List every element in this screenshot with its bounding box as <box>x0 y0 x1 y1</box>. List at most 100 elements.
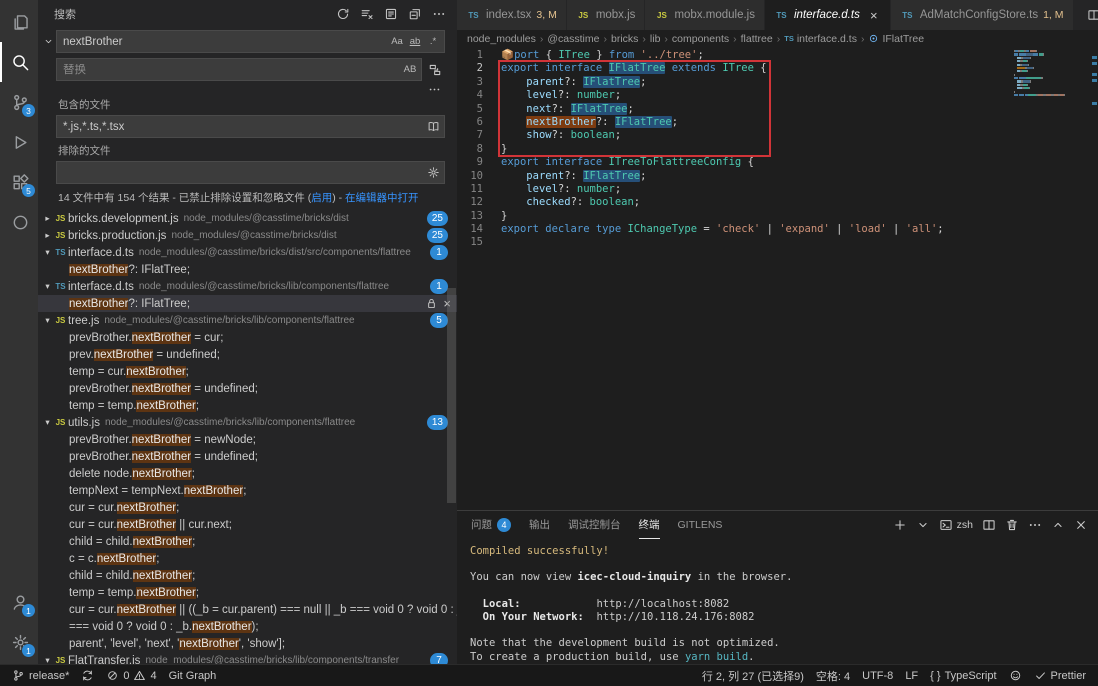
close-icon[interactable]: × <box>867 8 881 23</box>
whole-word-toggle[interactable]: ab <box>406 33 424 51</box>
activity-bar-item-accounts[interactable]: 1 <box>0 582 38 622</box>
activity-bar-item-search[interactable] <box>0 42 38 82</box>
panel-tab-终端[interactable]: 终端 <box>638 511 660 539</box>
panel-tab-输出[interactable]: 输出 <box>529 511 550 539</box>
file-result-row[interactable]: ▾ JS FlatTransfer.js node_modules/@casstime… <box>38 652 457 664</box>
activity-bar-item-run-debug[interactable] <box>0 122 38 162</box>
activity-bar-item-settings[interactable]: 1 <box>0 622 38 662</box>
new-terminal-button[interactable] <box>893 518 907 532</box>
panel-tab-GITLENS[interactable]: GITLENS <box>678 511 723 539</box>
status-item-git-branch[interactable]: release* <box>6 665 75 686</box>
breadcrumb-item-@casstime[interactable]: @casstime <box>547 33 599 45</box>
breadcrumb-item-flattree[interactable]: flattree <box>741 33 773 45</box>
sidebar-scrollbar[interactable] <box>447 288 456 503</box>
status-item-sync[interactable] <box>75 665 100 686</box>
status-item-feedback[interactable] <box>1003 665 1028 686</box>
activity-bar-item-source-control[interactable]: 3 <box>0 82 38 122</box>
activity-bar-item-remote-explorer[interactable] <box>0 202 38 242</box>
refresh-button[interactable] <box>333 4 353 24</box>
match-row[interactable]: delete node. nextBrother; <box>38 465 457 482</box>
match-row[interactable]: prev. nextBrother = undefined; <box>38 346 457 363</box>
terminal-output[interactable]: Compiled successfully! You can now view … <box>457 539 1098 664</box>
exclude-settings-icon[interactable] <box>422 163 444 183</box>
kill-terminal-button[interactable] <box>1005 518 1019 532</box>
terminal-dropdown-button[interactable] <box>916 518 930 532</box>
file-result-row[interactable]: ▾ TS interface.d.ts node_modules/@casstime/… <box>38 278 457 295</box>
clear-results-button[interactable] <box>357 4 377 24</box>
toggle-replace-chevron[interactable] <box>40 30 56 53</box>
files-exclude-input[interactable] <box>63 166 422 179</box>
split-editor-button[interactable] <box>1084 5 1098 25</box>
breadcrumb-item-lib[interactable]: lib <box>650 33 661 45</box>
editor-code[interactable]: 📦port { ITree } from '../tree'; export in… <box>493 47 1098 510</box>
summary-link[interactable]: 在编辑器中打开 <box>345 192 419 204</box>
status-item-problems[interactable]: 04 <box>100 665 162 686</box>
close-panel-button[interactable] <box>1074 518 1088 532</box>
match-row[interactable]: temp = temp. nextBrother; <box>38 397 457 414</box>
tab-AdMatchConfigStore.ts[interactable]: TS AdMatchConfigStore.ts 1, M <box>890 0 1074 30</box>
status-item-git-graph[interactable]: Git Graph <box>163 665 223 686</box>
tab-index.tsx[interactable]: TS index.tsx 3, M <box>457 0 567 30</box>
breadcrumb-item-interface.d.ts[interactable]: TS interface.d.ts <box>784 33 857 45</box>
breadcrumb-item-node_modules[interactable]: node_modules <box>467 33 536 45</box>
match-row[interactable]: child = child. nextBrother; <box>38 567 457 584</box>
file-result-row[interactable]: ▸ JS bricks.production.js node_modules/@cas… <box>38 227 457 244</box>
replace-input[interactable] <box>63 63 401 76</box>
file-result-row[interactable]: ▾ JS tree.js node_modules/@casstime/bricks/… <box>38 312 457 329</box>
status-item-prettier[interactable]: Prettier <box>1028 665 1092 686</box>
file-result-row[interactable]: ▾ TS interface.d.ts node_modules/@casstime/… <box>38 244 457 261</box>
search-input[interactable] <box>63 35 388 48</box>
shell-indicator[interactable]: zsh <box>939 518 973 532</box>
file-result-row[interactable]: ▸ JS bricks.development.js node_modules/@ca… <box>38 210 457 227</box>
open-search-editor-button[interactable] <box>381 4 401 24</box>
summary-text: ) - <box>332 192 346 204</box>
match-row[interactable]: prevBrother. nextBrother = cur; <box>38 329 457 346</box>
match-row[interactable]: nextBrother?: IFlatTree; <box>38 261 457 278</box>
minimap[interactable] <box>1014 47 1088 101</box>
breadcrumb-item-bricks[interactable]: bricks <box>611 33 638 45</box>
tab-mobx.module.js[interactable]: JS mobx.module.js <box>645 0 765 30</box>
match-row[interactable]: prevBrother. nextBrother = undefined; <box>38 380 457 397</box>
match-row[interactable]: tempNext = tempNext. nextBrother; <box>38 482 457 499</box>
match-row[interactable]: cur = cur. nextBrother || cur.next; <box>38 516 457 533</box>
file-result-row[interactable]: ▾ JS utils.js node_modules/@casstime/bricks… <box>38 414 457 431</box>
match-row[interactable]: === void 0 ? void 0 : _b. nextBrother); <box>38 618 457 635</box>
panel-more-button[interactable] <box>1028 518 1042 532</box>
summary-link[interactable]: 启用 <box>311 192 332 204</box>
preserve-case-toggle[interactable]: AB <box>401 61 419 79</box>
match-row[interactable]: parent', 'level', 'next', ' nextBrother ',… <box>38 635 457 652</box>
tab-interface.d.ts[interactable]: TS interface.d.ts × <box>764 0 891 30</box>
toggle-search-details-button[interactable] <box>425 83 443 95</box>
search-more-button[interactable] <box>429 4 449 24</box>
match-row[interactable]: c = c. nextBrother; <box>38 550 457 567</box>
status-item-eol[interactable]: LF <box>899 665 924 686</box>
match-row[interactable]: cur = cur. nextBrother || ((_b = cur.pare… <box>38 601 457 618</box>
open-editors-filter-icon[interactable] <box>422 117 444 137</box>
maximize-panel-button[interactable] <box>1051 518 1065 532</box>
match-row[interactable]: temp = cur. nextBrother; <box>38 363 457 380</box>
match-row[interactable]: child = child. nextBrother; <box>38 533 457 550</box>
match-row[interactable]: nextBrother?: IFlatTree; × <box>38 295 457 312</box>
match-row[interactable]: cur = cur. nextBrother; <box>38 499 457 516</box>
files-include-input[interactable] <box>63 120 422 133</box>
replace-all-button[interactable] <box>425 60 445 80</box>
status-item-encoding[interactable]: UTF-8 <box>856 665 899 686</box>
regex-toggle[interactable]: .* <box>424 33 442 51</box>
panel-tab-问题[interactable]: 问题 4 <box>471 511 511 539</box>
activity-bar-item-extensions[interactable]: 5 <box>0 162 38 202</box>
status-item-cursor-position[interactable]: 行 2, 列 27 (已选择9) <box>696 665 810 686</box>
status-item-indentation[interactable]: 空格: 4 <box>810 665 856 686</box>
breadcrumb-item-IFlatTree[interactable]: IFlatTree <box>868 33 924 45</box>
tab-mobx.js[interactable]: JS mobx.js <box>566 0 646 30</box>
code-line: nextBrother?: IFlatTree; <box>501 115 1098 129</box>
status-item-language-mode[interactable]: { } TypeScript <box>924 665 1002 686</box>
match-row[interactable]: prevBrother. nextBrother = undefined; <box>38 448 457 465</box>
panel-tab-调试控制台[interactable]: 调试控制台 <box>568 511 621 539</box>
split-terminal-button[interactable] <box>982 518 996 532</box>
activity-bar-item-explorer[interactable] <box>0 2 38 42</box>
match-row[interactable]: prevBrother. nextBrother = newNode; <box>38 431 457 448</box>
collapse-all-button[interactable] <box>405 4 425 24</box>
match-row[interactable]: temp = temp. nextBrother; <box>38 584 457 601</box>
breadcrumb-item-components[interactable]: components <box>672 33 729 45</box>
match-case-toggle[interactable]: Aa <box>388 33 406 51</box>
